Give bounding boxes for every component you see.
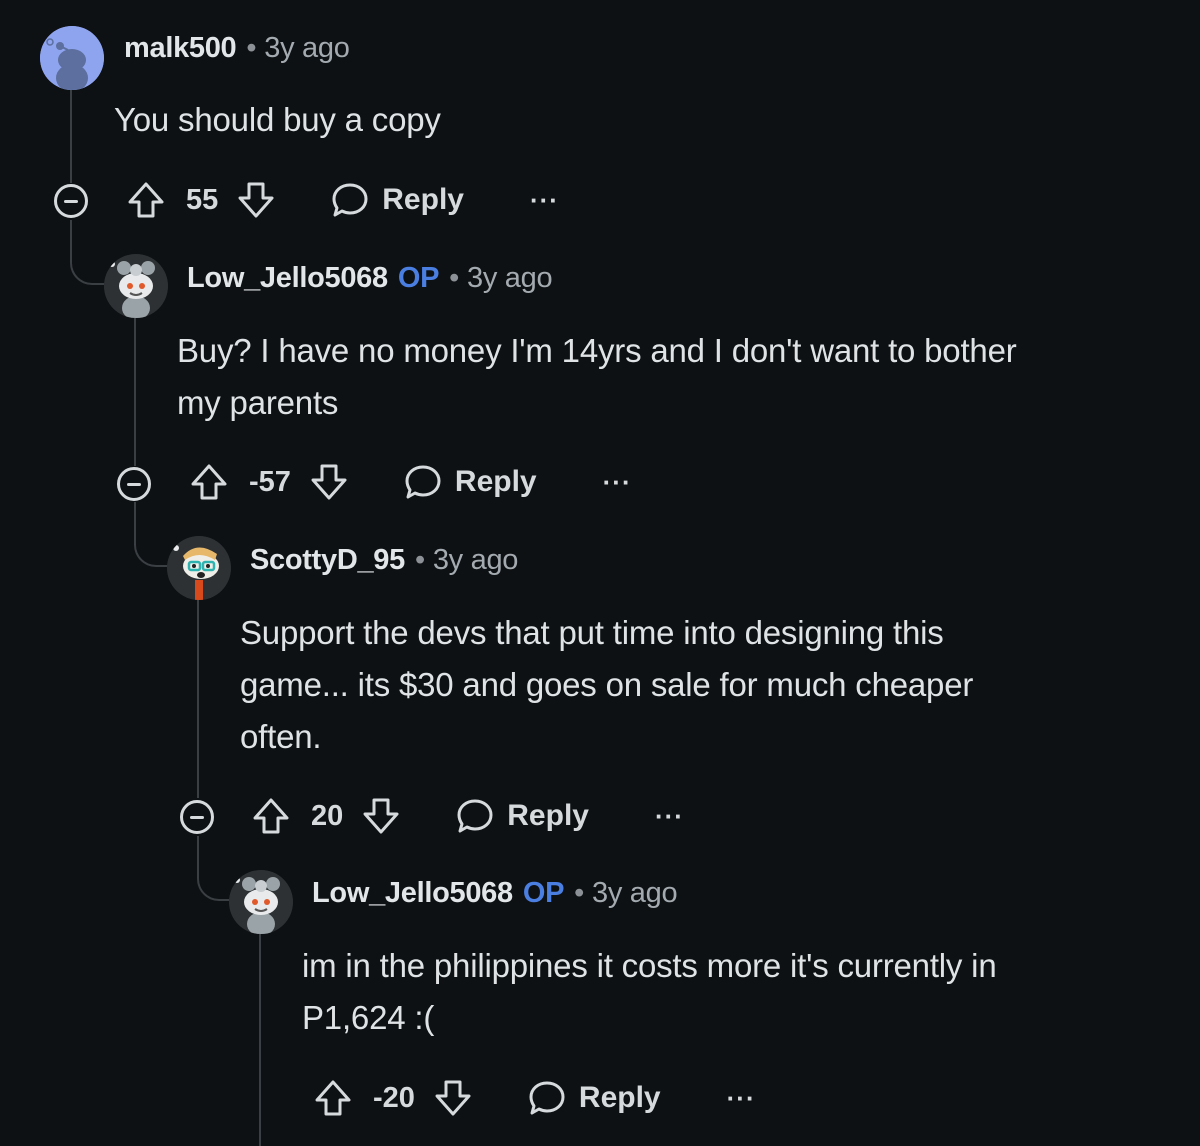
comment-line: my parents — [177, 384, 339, 421]
reply-button[interactable]: Reply — [455, 796, 589, 836]
comment-bubble-icon — [527, 1078, 567, 1118]
avatar[interactable] — [229, 870, 293, 934]
upvote-icon[interactable] — [251, 796, 291, 836]
author-name[interactable]: Low_Jello5068 — [312, 877, 513, 909]
comment-bubble-icon — [330, 180, 370, 220]
avatar[interactable] — [40, 26, 104, 90]
action-row: -20 Reply ··· — [313, 1076, 756, 1120]
comment-line: Buy? I have no money I'm 14yrs and I don… — [177, 332, 1017, 369]
reply-button[interactable]: Reply — [527, 1078, 661, 1118]
collapse-thread-button[interactable] — [180, 800, 214, 834]
author-name[interactable]: malk500 — [124, 32, 237, 64]
vote-score: -57 — [249, 465, 291, 498]
comment-header: Low_Jello5068 OP • 3y ago — [187, 262, 553, 295]
thread-line — [70, 88, 72, 183]
thread-line — [197, 600, 199, 798]
comment-header: ScottyD_95 • 3y ago — [250, 544, 518, 577]
comment-line: Support the devs that put time into desi… — [240, 614, 944, 651]
comment-line: often. — [240, 718, 322, 755]
vote-score: 55 — [186, 183, 219, 216]
more-options-button[interactable]: ··· — [727, 1083, 756, 1114]
thread-line — [134, 318, 136, 466]
snoo-avatar-icon — [229, 870, 293, 934]
reply-label: Reply — [578, 1081, 661, 1114]
avatar[interactable] — [167, 536, 231, 600]
reply-label: Reply — [454, 465, 537, 498]
downvote-icon[interactable] — [236, 180, 276, 220]
comment-body: Buy? I have no money I'm 14yrs and I don… — [177, 325, 1017, 429]
action-row: 55 Reply ··· — [126, 178, 559, 222]
comment-line: You should buy a copy — [114, 101, 441, 138]
more-options-button[interactable]: ··· — [655, 801, 684, 832]
vote-score: -20 — [373, 1081, 415, 1114]
snoo-avatar-icon — [40, 26, 104, 90]
downvote-icon[interactable] — [361, 796, 401, 836]
separator-dot: • — [574, 877, 584, 909]
collapse-thread-button[interactable] — [54, 184, 88, 218]
reply-button[interactable]: Reply — [330, 180, 464, 220]
collapse-thread-button[interactable] — [117, 467, 151, 501]
reply-button[interactable]: Reply — [403, 462, 537, 502]
comment-line: game... its $30 and goes on sale for muc… — [240, 666, 974, 703]
timestamp[interactable]: 3y ago — [264, 32, 350, 64]
upvote-icon[interactable] — [189, 462, 229, 502]
action-row: -57 Reply ··· — [189, 460, 632, 504]
separator-dot: • — [414, 544, 425, 576]
upvote-icon[interactable] — [126, 180, 166, 220]
snoo-avatar-icon — [167, 536, 231, 600]
action-row: 20 Reply ··· — [251, 794, 684, 838]
reply-label: Reply — [507, 799, 589, 832]
separator-dot: • — [246, 32, 257, 64]
comment-header: malk500 • 3y ago — [124, 32, 350, 65]
author-name[interactable]: ScottyD_95 — [250, 544, 405, 576]
timestamp[interactable]: 3y ago — [433, 544, 519, 576]
upvote-icon[interactable] — [313, 1078, 353, 1118]
downvote-icon[interactable] — [433, 1078, 473, 1118]
comment-body: im in the philippines it costs more it's… — [302, 940, 997, 1044]
timestamp[interactable]: 3y ago — [467, 262, 553, 294]
comment-line: P1,624 :( — [302, 999, 435, 1036]
op-badge: OP — [397, 262, 440, 294]
downvote-icon[interactable] — [309, 462, 349, 502]
comment-body: Support the devs that put time into desi… — [240, 607, 973, 763]
comment-bubble-icon — [455, 796, 495, 836]
more-options-button[interactable]: ··· — [603, 467, 632, 498]
vote-score: 20 — [311, 799, 344, 832]
separator-dot: • — [449, 262, 459, 294]
op-badge: OP — [522, 877, 565, 909]
comment-line: im in the philippines it costs more it's… — [302, 947, 997, 984]
avatar[interactable] — [104, 254, 168, 318]
reply-label: Reply — [382, 183, 464, 216]
comment-header: Low_Jello5068 OP • 3y ago — [312, 877, 678, 910]
thread-line — [259, 934, 261, 1146]
more-options-button[interactable]: ··· — [530, 185, 559, 216]
timestamp[interactable]: 3y ago — [592, 877, 678, 909]
author-name[interactable]: Low_Jello5068 — [187, 262, 388, 294]
snoo-avatar-icon — [104, 254, 168, 318]
comment-body: You should buy a copy — [114, 94, 441, 146]
comment-bubble-icon — [403, 462, 443, 502]
